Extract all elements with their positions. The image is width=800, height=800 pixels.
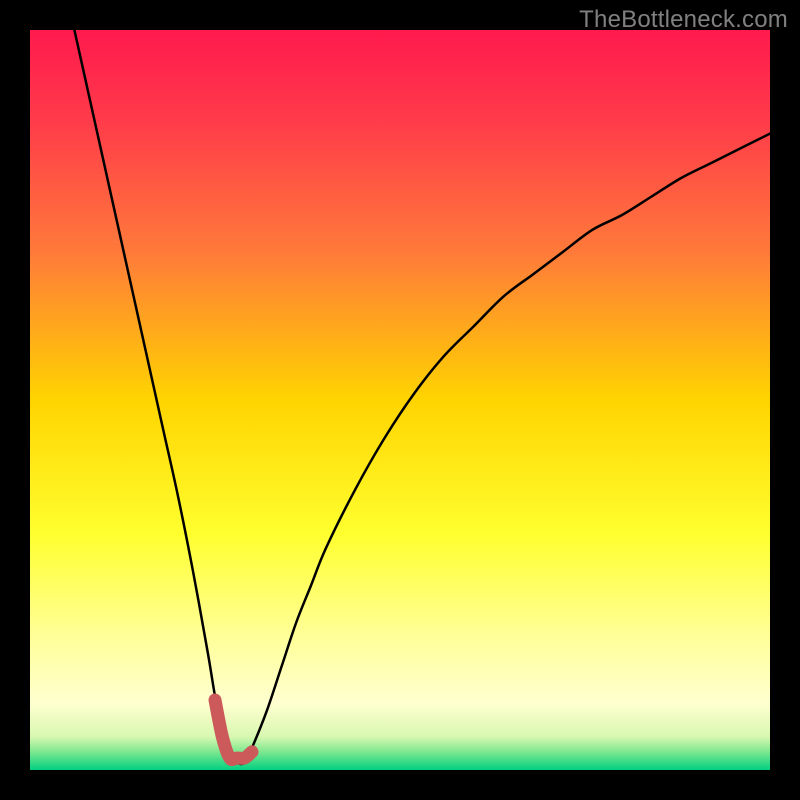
gradient-background (30, 30, 770, 770)
chart-frame (30, 30, 770, 770)
watermark-label: TheBottleneck.com (579, 6, 788, 34)
bottleneck-plot (30, 30, 770, 770)
